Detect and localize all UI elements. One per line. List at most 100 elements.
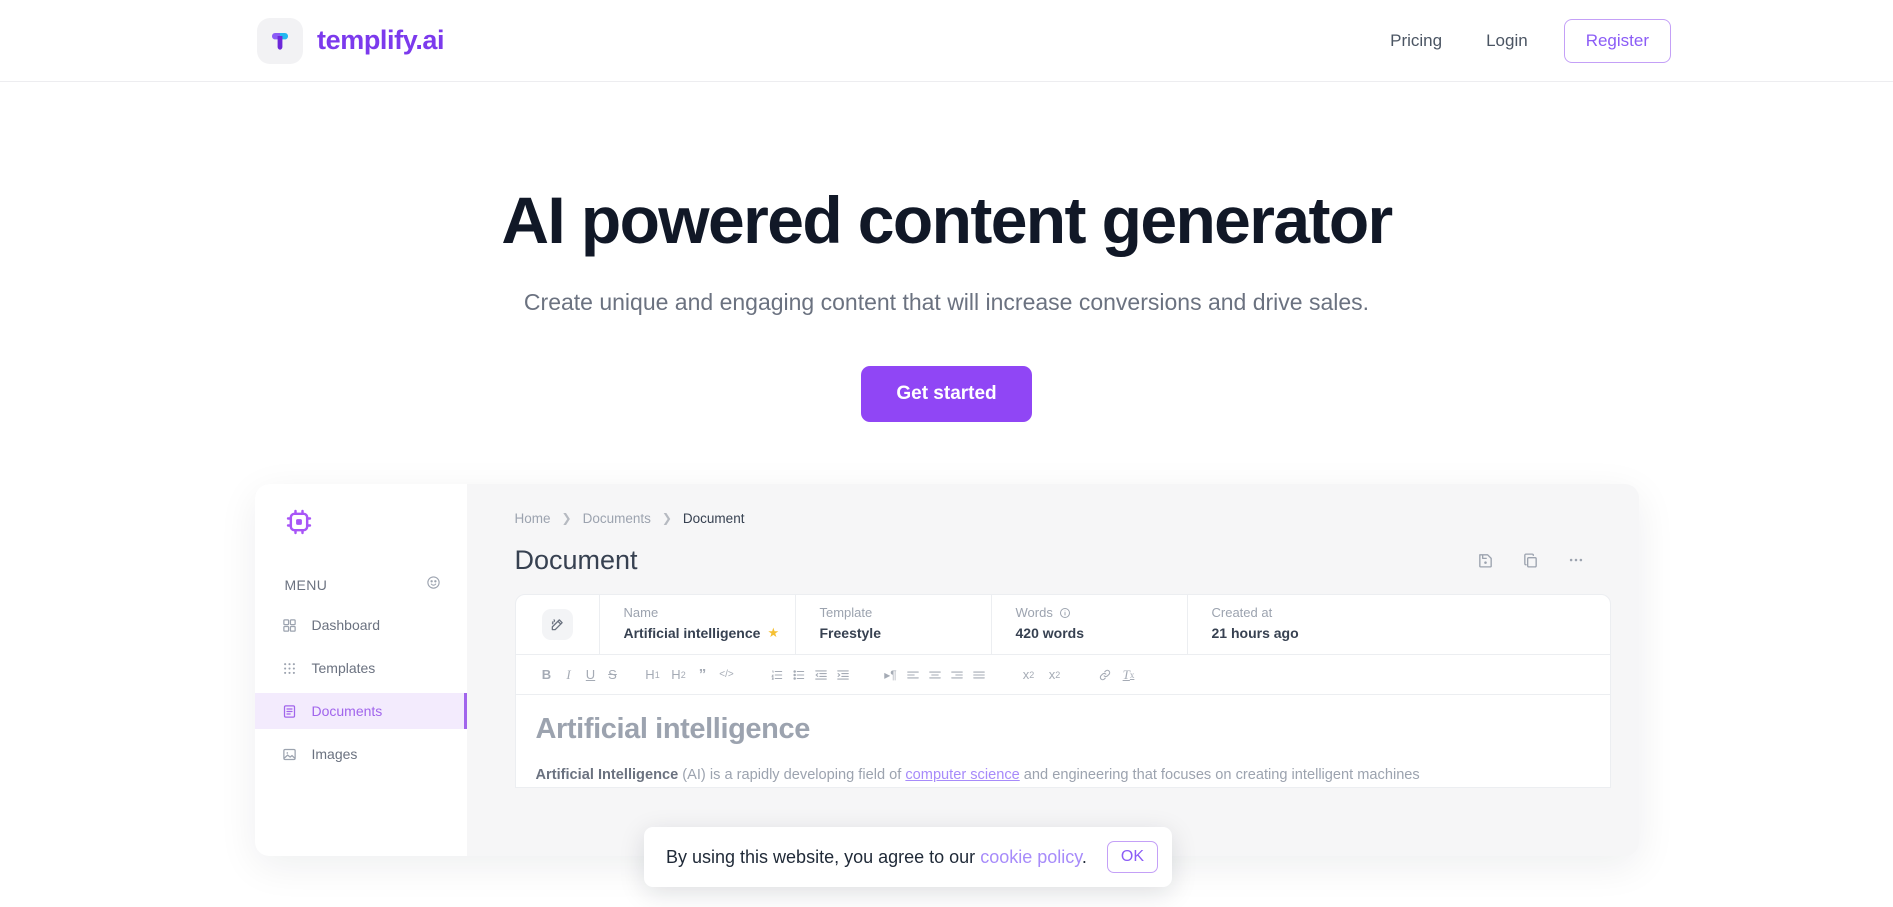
paragraph-tail: and engineering that focuses on creating…	[1019, 767, 1420, 784]
document-header: Document	[515, 540, 1611, 580]
document-name-value: Artificial intelligence	[623, 625, 761, 642]
paragraph-mid: (AI) is a rapidly developing field of	[678, 767, 906, 784]
align-right-icon[interactable]	[946, 662, 968, 688]
duplicate-document-button[interactable]	[1522, 552, 1539, 569]
app-preview-container: MENU Dashboard Templates Documents Image…	[254, 484, 1639, 857]
cpu-chip-icon	[286, 510, 311, 535]
cookie-message-before: By using this website, you agree to our	[666, 846, 981, 867]
cookie-policy-link[interactable]: cookie policy	[980, 847, 1082, 867]
superscript-icon[interactable]: x2	[1042, 662, 1068, 688]
subscript-icon[interactable]: x2	[1016, 662, 1042, 688]
meta-value: Artificial intelligence ★	[624, 625, 795, 641]
app-sidebar: MENU Dashboard Templates Documents Image…	[254, 484, 467, 857]
register-button[interactable]: Register	[1563, 18, 1671, 63]
dots-grid-icon	[281, 660, 298, 677]
document-heading: Artificial intelligence	[535, 713, 811, 746]
breadcrumb-item-documents[interactable]: Documents	[583, 511, 651, 526]
paragraph-lead: Artificial Intelligence	[535, 767, 679, 784]
align-justify-icon[interactable]	[968, 662, 990, 688]
meta-label: Name	[623, 605, 659, 621]
sidebar-item-label: Dashboard	[311, 617, 381, 634]
paragraph-link[interactable]: computer science	[905, 767, 1019, 783]
cookie-message: By using this website, you agree to our …	[666, 847, 1087, 868]
align-left-icon[interactable]	[902, 662, 924, 688]
meta-label: Template	[819, 605, 873, 621]
meta-field-name: Name Artificial intelligence ★	[600, 595, 796, 655]
sidebar-item-label: Images	[311, 746, 358, 763]
ellipsis-icon	[1569, 559, 1582, 562]
meta-value: 21 hours ago	[1211, 625, 1299, 642]
save-document-button[interactable]	[1477, 552, 1494, 569]
cookie-banner: By using this website, you agree to our …	[644, 827, 1173, 887]
link-icon[interactable]	[1094, 662, 1116, 688]
document-editor-body[interactable]: Artificial intelligence Artificial Intel…	[515, 695, 1610, 787]
editor-toolbar: B I U S H1 H2 ” </> ▸¶ x 2 x 2 T x	[515, 655, 1610, 696]
grid-squares-icon	[281, 617, 298, 634]
align-center-icon[interactable]	[924, 662, 946, 688]
ordered-list-icon[interactable]	[766, 662, 788, 688]
app-logo[interactable]	[255, 502, 467, 564]
menu-label: MENU	[284, 577, 328, 594]
meta-value: Freestyle	[819, 625, 881, 642]
get-started-button[interactable]: Get started	[861, 366, 1032, 423]
chevron-right-icon: ❯	[661, 511, 672, 526]
sidebar-item-label: Documents	[311, 703, 383, 720]
breadcrumb-item-home[interactable]: Home	[515, 511, 551, 526]
meta-field-template: Template Freestyle	[796, 595, 992, 655]
magic-wand-icon	[541, 609, 573, 641]
meta-field-words: Words 420 words	[992, 595, 1188, 655]
page-title: Document	[514, 544, 638, 575]
underline-icon[interactable]: U	[580, 662, 602, 688]
document-meta-row: Name Artificial intelligence ★ Template …	[515, 595, 1610, 656]
italic-icon[interactable]: I	[558, 662, 580, 688]
breadcrumb: Home ❯ Documents ❯ Document	[515, 508, 1611, 528]
brand-name: templify.ai	[317, 25, 445, 55]
top-navigation-bar: templify.ai Pricing Login Register	[0, 0, 1893, 82]
chevron-right-icon: ❯	[561, 511, 572, 526]
templify-logo-icon	[257, 17, 303, 64]
hero-section: AI powered content generator Create uniq…	[0, 82, 1893, 423]
sidebar-item-dashboard[interactable]: Dashboard	[255, 607, 467, 643]
more-options-button[interactable]	[1567, 551, 1585, 569]
face-smile-icon[interactable]	[426, 575, 441, 595]
document-lines-icon	[281, 703, 298, 720]
meta-value: 420 words	[1015, 625, 1084, 642]
nav-links: Pricing Login Register	[1368, 18, 1671, 63]
sidebar-menu-header: MENU	[255, 564, 467, 600]
bold-icon[interactable]: B	[536, 662, 558, 688]
heading-1-icon[interactable]: H1	[640, 662, 666, 688]
magic-wand-cell[interactable]	[516, 595, 600, 655]
nav-link-login[interactable]: Login	[1464, 21, 1550, 61]
blockquote-icon[interactable]: ”	[692, 662, 714, 688]
strikethrough-icon[interactable]: S	[602, 662, 624, 688]
hero-title: AI powered content generator	[501, 183, 1393, 257]
image-icon	[281, 746, 298, 763]
document-paragraph: Artificial Intelligence (AI) is a rapidl…	[536, 764, 1584, 787]
nav-link-pricing[interactable]: Pricing	[1368, 21, 1464, 61]
text-direction-icon[interactable]: ▸¶	[880, 662, 902, 688]
meta-label: Created at	[1211, 605, 1273, 621]
cookie-message-after: .	[1081, 846, 1087, 867]
breadcrumb-item-document: Document	[682, 510, 745, 526]
sidebar-item-label: Templates	[311, 660, 376, 677]
outdent-icon[interactable]	[810, 662, 832, 688]
favorite-star-icon[interactable]: ★	[767, 625, 779, 641]
bullet-list-icon[interactable]	[788, 662, 810, 688]
document-actions	[1477, 551, 1611, 569]
heading-2-icon[interactable]: H2	[666, 662, 692, 688]
cookie-ok-button[interactable]: OK	[1106, 841, 1159, 873]
meta-label-text: Words	[1015, 605, 1053, 621]
hero-subtitle: Create unique and engaging content that …	[523, 289, 1370, 316]
clear-format-icon[interactable]: Tx	[1116, 662, 1142, 688]
sidebar-item-documents[interactable]: Documents	[254, 693, 467, 730]
sidebar-item-templates[interactable]: Templates	[255, 650, 467, 686]
app-main-panel: Home ❯ Documents ❯ Document Document Nam…	[467, 484, 1639, 856]
info-icon[interactable]	[1059, 607, 1071, 619]
brand-logo-link[interactable]: templify.ai	[257, 17, 445, 64]
code-block-icon[interactable]: </>	[714, 662, 740, 688]
document-card: Name Artificial intelligence ★ Template …	[514, 594, 1611, 788]
indent-icon[interactable]	[832, 662, 854, 688]
meta-label: Words	[1016, 605, 1187, 620]
meta-field-created-at: Created at 21 hours ago	[1188, 595, 1610, 654]
sidebar-item-images[interactable]: Images	[255, 736, 467, 772]
